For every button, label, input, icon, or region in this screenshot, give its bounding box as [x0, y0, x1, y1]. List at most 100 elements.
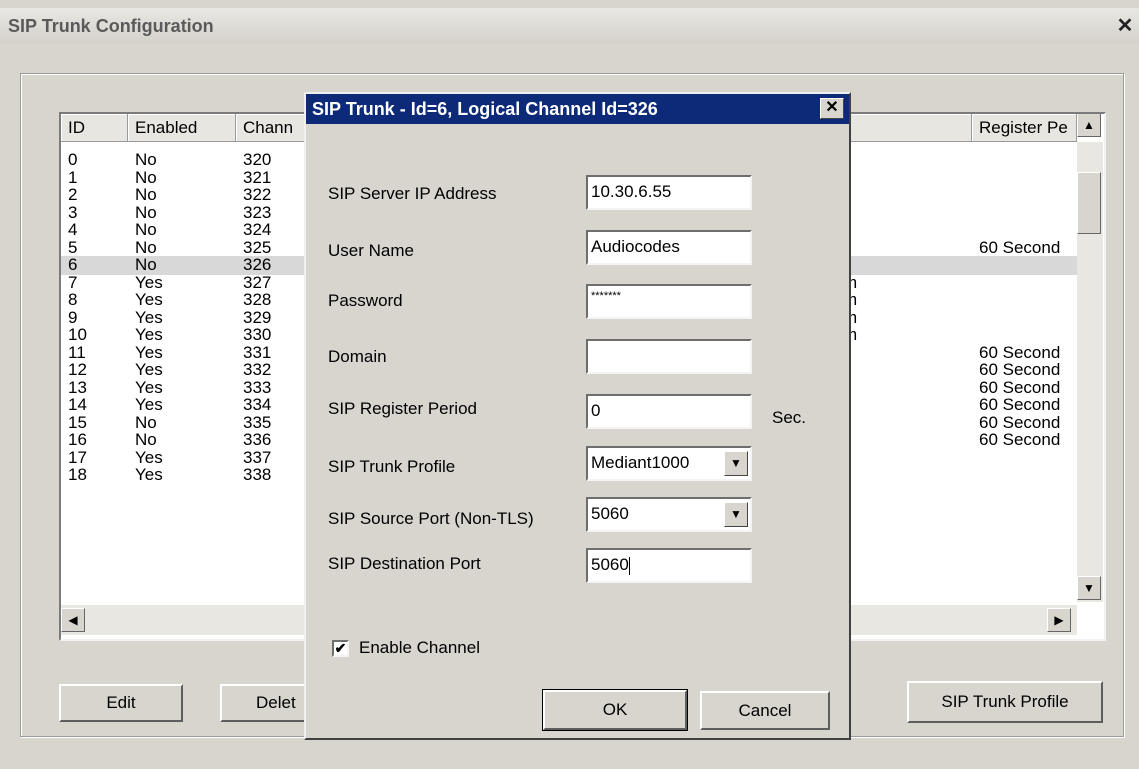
row-channel-cell: 333: [243, 377, 272, 397]
row-id-cell: 15: [68, 412, 87, 432]
row-register-period-cell: 60 Second: [979, 342, 1061, 362]
register-period-label: SIP Register Period: [328, 399, 477, 418]
row-enabled-cell: Yes: [135, 447, 163, 467]
row-channel-cell: 325: [243, 237, 272, 257]
row-channel-cell: 335: [243, 412, 272, 432]
row-id-cell: 4: [68, 220, 78, 239]
enable-channel-label: Enable Channel: [359, 638, 480, 657]
row-register-period-cell: 60 Second: [979, 430, 1061, 449]
trunk-profile-value: Mediant1000: [591, 453, 690, 472]
row-id-cell: 18: [68, 465, 87, 484]
ok-button[interactable]: OK: [543, 690, 687, 730]
row-id-cell: 7: [68, 272, 78, 292]
row-id-cell: 6: [68, 255, 78, 274]
row-channel-cell: 334: [243, 395, 272, 414]
row-id-cell: 11: [68, 342, 86, 362]
password-label: Password: [328, 291, 403, 310]
server-ip-label: SIP Server IP Address: [328, 184, 497, 203]
row-id-cell: 3: [68, 202, 78, 222]
row-id-cell: 5: [68, 237, 78, 257]
row-channel-cell: 337: [243, 447, 272, 467]
dialog-close-icon[interactable]: ✕: [820, 98, 844, 119]
trunk-profile-dropdown-icon[interactable]: ▼: [724, 451, 748, 476]
domain-field[interactable]: [586, 339, 752, 374]
scroll-right-icon[interactable]: ▶: [1047, 608, 1071, 632]
row-enabled-cell: Yes: [135, 307, 163, 327]
source-port-select[interactable]: 5060 ▼: [586, 497, 752, 532]
row-enabled-cell: Yes: [135, 325, 163, 344]
password-field[interactable]: *******: [586, 284, 752, 319]
source-port-label: SIP Source Port (Non-TLS): [328, 509, 534, 528]
row-channel-cell: 336: [243, 430, 272, 449]
row-enabled-cell: No: [135, 185, 157, 204]
row-channel-cell: 323: [243, 202, 272, 222]
window-close-icon[interactable]: ✕: [1114, 16, 1136, 38]
text-caret: [628, 556, 630, 575]
edit-button[interactable]: Edit: [59, 684, 183, 722]
row-enabled-cell: No: [135, 202, 157, 222]
row-channel-cell: 338: [243, 465, 272, 484]
row-register-period-cell: 60 Second: [979, 395, 1061, 414]
row-enabled-cell: No: [135, 237, 157, 257]
row-id-cell: 17: [68, 447, 87, 467]
row-id-cell: 12: [68, 360, 87, 379]
column-header-channel[interactable]: Chann: [236, 114, 306, 142]
row-id-cell: 13: [68, 377, 87, 397]
trunk-profile-label: SIP Trunk Profile: [328, 457, 456, 476]
row-enabled-cell: Yes: [135, 377, 163, 397]
register-period-field[interactable]: 0: [586, 394, 752, 429]
row-channel-cell: 320: [243, 150, 272, 169]
register-period-unit: Sec.: [772, 408, 807, 427]
row-id-cell: 16: [68, 430, 87, 449]
row-enabled-cell: No: [135, 255, 157, 274]
server-ip-field[interactable]: 10.30.6.55: [586, 175, 752, 210]
row-channel-cell: 327: [243, 272, 272, 292]
row-channel-cell: 324: [243, 220, 272, 239]
trunk-profile-select[interactable]: Mediant1000 ▼: [586, 446, 752, 481]
row-enabled-cell: No: [135, 220, 157, 239]
row-enabled-cell: Yes: [135, 272, 163, 292]
scroll-up-icon[interactable]: ▲: [1077, 114, 1101, 137]
column-header-enabled[interactable]: Enabled: [128, 114, 236, 142]
source-port-value: 5060: [591, 504, 629, 523]
dialog-title: SIP Trunk - Id=6, Logical Channel Id=326: [306, 94, 849, 124]
row-enabled-cell: No: [135, 412, 157, 432]
row-register-period-cell: 60 Second: [979, 377, 1061, 397]
row-id-cell: 2: [68, 185, 78, 204]
row-enabled-cell: No: [135, 167, 157, 187]
row-register-period-cell: 60 Second: [979, 360, 1061, 379]
column-header-register-period[interactable]: Register Pe: [972, 114, 1077, 142]
row-id-cell: 1: [68, 167, 78, 187]
row-channel-cell: 326: [243, 255, 272, 274]
scroll-left-icon[interactable]: ◀: [61, 608, 85, 632]
user-name-label: User Name: [328, 241, 414, 260]
row-register-period-cell: 60 Second: [979, 412, 1061, 432]
row-id-cell: 0: [68, 150, 78, 169]
column-header-id[interactable]: ID: [61, 114, 128, 142]
row-enabled-cell: Yes: [135, 395, 163, 414]
row-channel-cell: 330: [243, 325, 272, 344]
scroll-down-icon[interactable]: ▼: [1077, 576, 1101, 600]
row-id-cell: 10: [68, 325, 87, 344]
vertical-scrollbar[interactable]: ▲ ▼: [1077, 114, 1103, 602]
row-id-cell: 9: [68, 307, 78, 327]
domain-label: Domain: [328, 347, 387, 366]
user-name-field[interactable]: Audiocodes: [586, 230, 752, 265]
destination-port-field[interactable]: 5060: [586, 548, 752, 583]
enable-channel-checkbox[interactable]: ✔: [332, 640, 349, 657]
cancel-button[interactable]: Cancel: [700, 691, 830, 730]
scroll-thumb[interactable]: [1077, 172, 1101, 234]
source-port-dropdown-icon[interactable]: ▼: [724, 502, 748, 527]
row-channel-cell: 322: [243, 185, 272, 204]
sip-trunk-profile-button[interactable]: SIP Trunk Profile: [907, 681, 1103, 723]
row-enabled-cell: Yes: [135, 360, 163, 379]
row-enabled-cell: Yes: [135, 290, 163, 309]
row-enabled-cell: Yes: [135, 465, 163, 484]
row-enabled-cell: No: [135, 150, 157, 169]
destination-port-label: SIP Destination Port: [328, 554, 481, 573]
row-channel-cell: 332: [243, 360, 272, 379]
row-channel-cell: 321: [243, 167, 272, 187]
sip-trunk-dialog: SIP Trunk - Id=6, Logical Channel Id=326…: [304, 92, 851, 740]
row-id-cell: 14: [68, 395, 87, 414]
window-title: SIP Trunk Configuration: [8, 16, 214, 36]
